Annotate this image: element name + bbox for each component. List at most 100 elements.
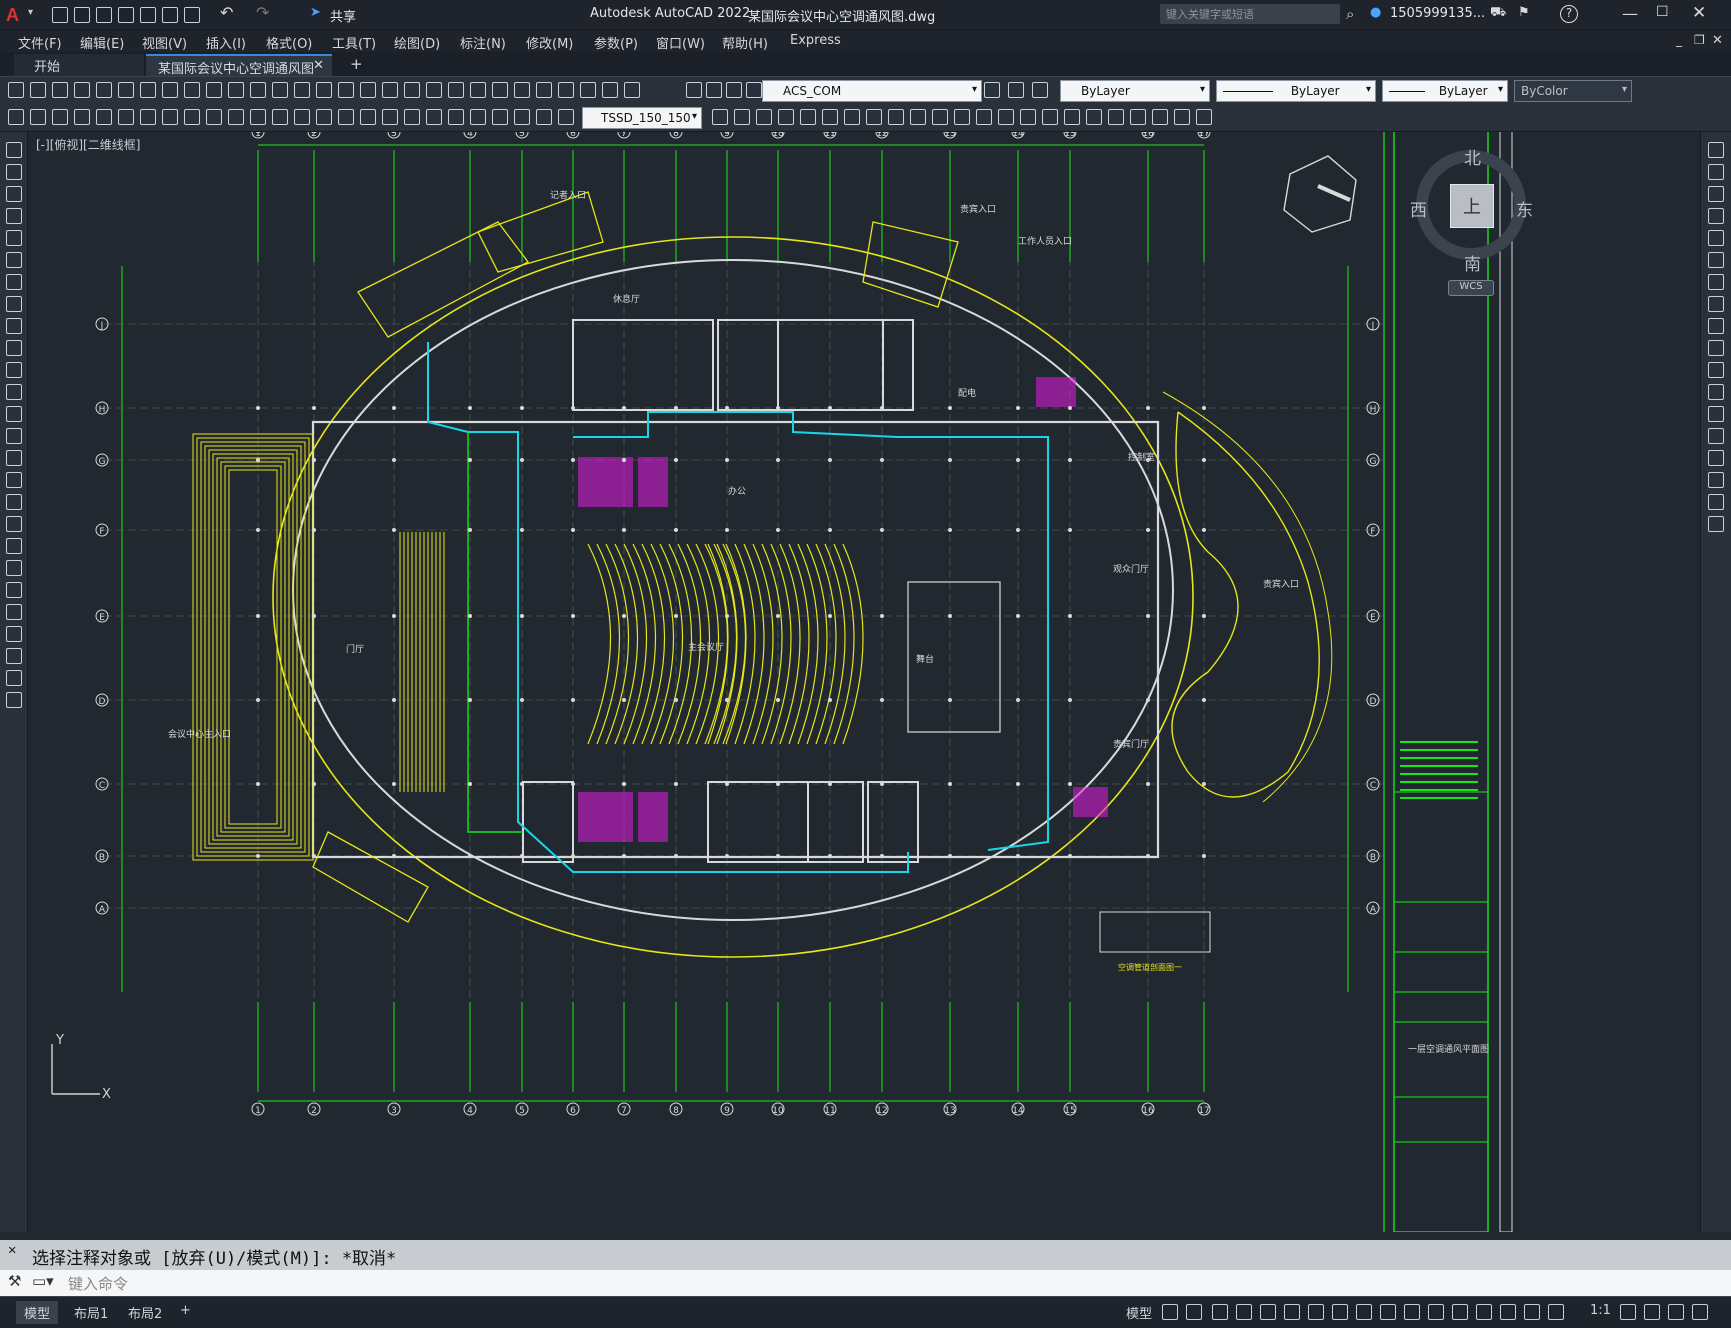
viewcube[interactable]: 上 北 南 西 东 WCS	[1394, 142, 1554, 296]
tool-icon[interactable]	[448, 109, 464, 125]
app-menu-chevron-icon[interactable]: ▾	[28, 7, 33, 18]
compass-east[interactable]: 东	[1516, 196, 1533, 221]
modify-tool-icon[interactable]	[1708, 340, 1724, 356]
tool-icon[interactable]	[140, 109, 156, 125]
status-toggle-icon[interactable]	[1476, 1304, 1492, 1320]
modify-tool-icon[interactable]	[1708, 186, 1724, 202]
draw-tool-icon[interactable]	[6, 406, 22, 422]
draw-tool-icon[interactable]	[6, 450, 22, 466]
compass-west[interactable]: 西	[1410, 196, 1427, 221]
tool-icon[interactable]	[800, 109, 816, 125]
tool-icon[interactable]	[470, 82, 486, 98]
status-toggle-icon[interactable]	[1404, 1304, 1420, 1320]
tool-icon[interactable]	[1064, 109, 1080, 125]
tool-icon[interactable]	[338, 82, 354, 98]
draw-tool-icon[interactable]	[6, 186, 22, 202]
tool-icon[interactable]	[726, 82, 742, 98]
tool-icon[interactable]	[404, 82, 420, 98]
wcs-button[interactable]: WCS	[1448, 280, 1494, 296]
tool-icon[interactable]	[272, 82, 288, 98]
modify-tool-icon[interactable]	[1708, 494, 1724, 510]
status-toggle-icon[interactable]	[1668, 1304, 1684, 1320]
search-input[interactable]: 键入关键字或短语	[1166, 6, 1254, 22]
menu-item[interactable]: 文件(F)	[18, 33, 62, 52]
tab-active-drawing[interactable]: 某国际会议中心空调通风图* ✕	[146, 54, 332, 92]
help-icon[interactable]: ?	[1560, 5, 1578, 23]
tool-icon[interactable]	[1042, 109, 1058, 125]
tool-icon[interactable]	[316, 109, 332, 125]
customize-icon[interactable]: ⚒	[8, 1272, 21, 1290]
modify-tool-icon[interactable]	[1708, 230, 1724, 246]
draw-tool-icon[interactable]	[6, 604, 22, 620]
tool-icon[interactable]	[272, 109, 288, 125]
tool-icon[interactable]	[1174, 109, 1190, 125]
draw-tool-icon[interactable]	[6, 582, 22, 598]
dimstyle-dropdown[interactable]: TSSD_150_150 ▾	[582, 107, 702, 129]
modify-tool-icon[interactable]	[1708, 472, 1724, 488]
menu-item[interactable]: 绘图(D)	[394, 33, 440, 52]
minimize-icon[interactable]: —	[1622, 4, 1638, 23]
autodesk-a360-icon[interactable]: ⚑	[1518, 5, 1530, 20]
tool-icon[interactable]	[140, 82, 156, 98]
doc-minimize-icon[interactable]: _	[1676, 33, 1682, 47]
draw-tool-icon[interactable]	[6, 384, 22, 400]
redo-icon[interactable]: ↷	[256, 3, 269, 22]
tool-icon[interactable]	[866, 109, 882, 125]
menu-item[interactable]: 插入(I)	[206, 33, 246, 52]
menu-item[interactable]: 帮助(H)	[722, 33, 768, 52]
status-toggle-icon[interactable]	[1236, 1304, 1252, 1320]
menu-item[interactable]: 视图(V)	[142, 33, 187, 52]
status-toggle-icon[interactable]	[1308, 1304, 1324, 1320]
tool-icon[interactable]	[8, 82, 24, 98]
status-toggle-icon[interactable]	[1332, 1304, 1348, 1320]
draw-tool-icon[interactable]	[6, 252, 22, 268]
draw-tool-icon[interactable]	[6, 142, 22, 158]
tab-model[interactable]: 模型	[16, 1301, 59, 1324]
layer-dropdown[interactable]: ACS_COM ▾	[762, 80, 982, 102]
modify-tool-icon[interactable]	[1708, 406, 1724, 422]
tool-icon[interactable]	[294, 109, 310, 125]
color-dropdown[interactable]: ByLayer ▾	[1060, 80, 1210, 102]
tool-icon[interactable]	[74, 109, 90, 125]
tool-icon[interactable]	[30, 109, 46, 125]
model-space-button[interactable]: 模型	[1118, 1301, 1160, 1324]
tool-icon[interactable]	[998, 109, 1014, 125]
status-toggle-icon[interactable]	[1620, 1304, 1636, 1320]
menu-item[interactable]: 参数(P)	[594, 33, 638, 52]
status-toggle-icon[interactable]	[1186, 1304, 1202, 1320]
draw-tool-icon[interactable]	[6, 648, 22, 664]
tool-icon[interactable]	[514, 82, 530, 98]
tab-close-icon[interactable]: ✕	[313, 58, 324, 73]
tool-icon[interactable]	[448, 82, 464, 98]
tool-icon[interactable]	[1086, 109, 1102, 125]
plotstyle-dropdown[interactable]: ByColor ▾	[1514, 80, 1632, 102]
tool-icon[interactable]	[184, 82, 200, 98]
modify-tool-icon[interactable]	[1708, 450, 1724, 466]
search-icon[interactable]: ⌕	[1346, 5, 1354, 23]
tool-icon[interactable]	[558, 82, 574, 98]
modify-tool-icon[interactable]	[1708, 362, 1724, 378]
status-toggle-icon[interactable]	[1500, 1304, 1516, 1320]
tool-icon[interactable]	[1108, 109, 1124, 125]
search-box[interactable]: 键入关键字或短语	[1160, 4, 1340, 24]
menu-item[interactable]: Express	[790, 33, 841, 48]
tool-icon[interactable]	[96, 109, 112, 125]
tool-icon[interactable]	[162, 109, 178, 125]
tool-icon[interactable]	[1008, 82, 1024, 98]
draw-tool-icon[interactable]	[6, 560, 22, 576]
command-close-icon[interactable]: ✕	[8, 1242, 16, 1258]
tool-icon[interactable]	[910, 109, 926, 125]
tool-icon[interactable]	[536, 109, 552, 125]
tool-icon[interactable]	[360, 109, 376, 125]
undo-icon[interactable]: ↶	[220, 3, 233, 22]
menu-item[interactable]: 修改(M)	[526, 33, 573, 52]
tool-icon[interactable]	[404, 109, 420, 125]
tool-icon[interactable]	[118, 82, 134, 98]
status-toggle-icon[interactable]	[1260, 1304, 1276, 1320]
tool-icon[interactable]	[756, 109, 772, 125]
status-toggle-icon[interactable]	[1356, 1304, 1372, 1320]
share-button[interactable]: 共享	[330, 6, 356, 25]
new-tab-button[interactable]: +	[350, 55, 363, 73]
tool-icon[interactable]	[228, 82, 244, 98]
tool-icon[interactable]	[706, 82, 722, 98]
